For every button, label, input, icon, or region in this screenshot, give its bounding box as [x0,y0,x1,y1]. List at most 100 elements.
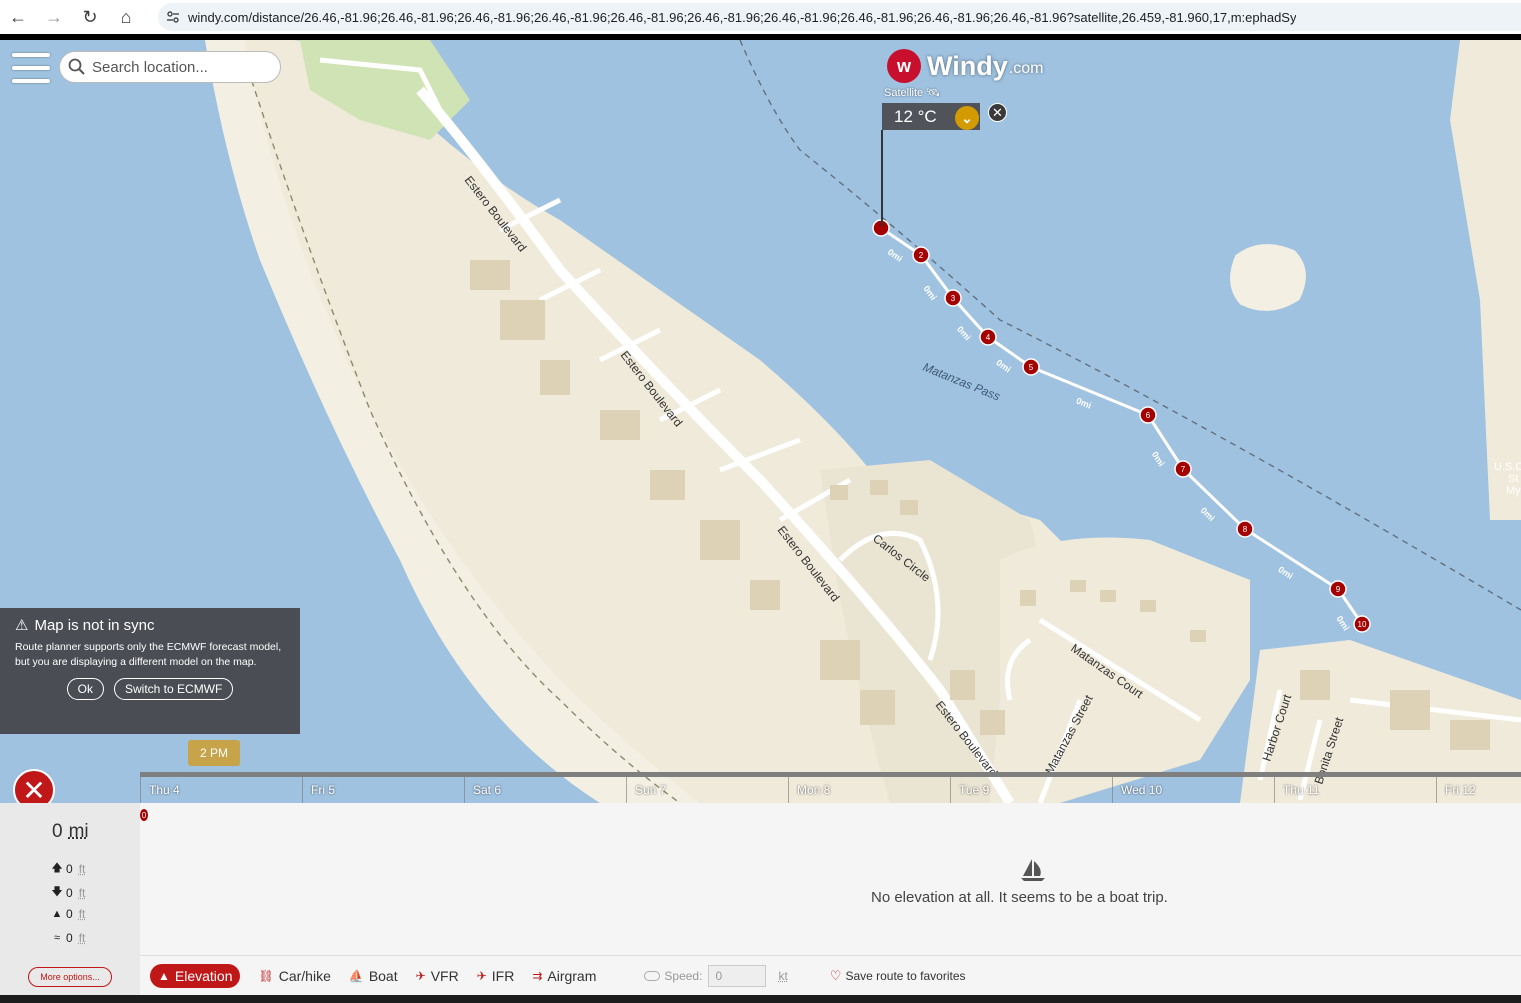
sailboat-icon [1018,857,1048,883]
app-window: ← → ↻ ⌂ windy.com/distance/26.46,-81.96;… [0,0,1521,1003]
forward-icon[interactable]: → [36,0,72,34]
tab-boat[interactable]: ⛵ Boat [349,968,398,984]
sync-title: ⚠ Map is not in sync [15,616,285,635]
map-label-matanzas-pass: Matanzas Pass [921,360,1002,404]
chart-start-marker: 0 [140,809,148,821]
speed-input[interactable] [708,964,767,987]
windy-logo[interactable]: w Windy .com [887,49,1043,83]
tab-elevation-label: Elevation [174,967,233,984]
avg-elevation-stat: ≈0 ft [50,931,85,945]
route-segment-distance: 0mi [921,284,938,302]
tab-carhike[interactable]: ⛓ Car/hike [258,968,330,984]
time-bubble[interactable]: 2 PM [188,740,240,766]
switch-ecmwf-button[interactable]: Switch to ECMWF [114,678,234,700]
url-text: windy.com/distance/26.46,-81.96;26.46,-8… [188,10,1296,25]
picker-pin-line [881,130,883,226]
more-options-button[interactable]: More options... [28,967,112,987]
route-waypoint-number: 4 [986,333,991,342]
no-elevation-message: No elevation at all. It seems to be a bo… [871,889,1168,906]
timeline-day[interactable]: Thu 11 [1274,777,1436,803]
map-label-usc: U.S.C [1494,461,1521,473]
descent-value: 0 [66,885,73,900]
tab-ifr[interactable]: ✈ IFR [477,968,515,984]
speed-label: Speed: [664,968,703,983]
layer-name: Satellite [884,87,924,99]
close-icon[interactable]: ✕ [988,103,1007,122]
speed-control: Speed: kt [644,964,788,987]
route-segment-distance: 0mi [955,324,973,342]
route-segment-distance: 0mi [886,247,904,264]
sync-buttons: Ok Switch to ECMWF [15,678,285,700]
timeline-day[interactable]: Tue 9 [950,777,1112,803]
satellite-icon: 🛰 [926,87,941,99]
temperature-value: 12 °C [894,106,937,126]
tab-vfr[interactable]: ✈ VFR [416,968,459,984]
layer-label[interactable]: Satellite 🛰 [884,86,940,99]
menu-icon[interactable] [12,53,50,83]
map-label-my: My [1506,485,1521,497]
windy-logo-icon: w [887,49,921,83]
save-favorites-button[interactable]: ♡ Save route to favorites [830,968,966,984]
route-segment-distance: 0mi [1199,505,1217,523]
distance-unit[interactable]: mi [69,821,89,842]
save-favorites-label: Save route to favorites [845,968,966,983]
route-panel: 0 mi 🡅 0 ft 🡇 0 ft ▲ 0 ft ≈0 ft More options... … [0,803,1521,995]
address-bar[interactable]: windy.com/distance/26.46,-81.96;26.46,-8… [158,3,1521,31]
route-waypoint-number: 7 [1181,465,1186,474]
warning-icon: ⚠ [15,617,29,634]
boat-icon: ⛵ [348,968,364,983]
sync-text: Route planner supports only the ECMWF fo… [15,641,282,668]
chevron-down-icon[interactable]: ⌄ [955,106,979,130]
mountain-icon: ▲ [158,968,170,983]
ok-button[interactable]: Ok [66,678,104,700]
route-waypoint-number: 8 [1243,525,1248,534]
timeline-days: Thu 4 Fri 5 Sat 6 Sun 7 Mon 8 Tue 9 Wed 10 Thu … [140,777,1521,803]
route-mode-tabs: ▲ Elevation ⛓ Car/hike ⛵ Boat ✈ VFR ✈ IFR ⇉ Ai… [140,955,1521,995]
avg-value: 0 [66,931,73,945]
tab-carhike-label: Car/hike [278,967,331,984]
search-box[interactable] [59,51,281,83]
route-waypoint-number: 6 [1146,411,1151,420]
speed-unit[interactable]: kt [778,969,787,983]
distance: 0 mi [52,821,89,843]
timeline-day[interactable]: Sun 7 [626,777,788,803]
search-icon [68,58,86,76]
back-icon[interactable]: ← [0,0,36,34]
airgram-icon: ⇉ [532,968,543,983]
max-elevation-stat: ▲ 0 ft [50,907,86,921]
timeline-day[interactable]: Fri 5 [302,777,464,803]
ascent-unit[interactable]: ft [79,862,86,876]
sync-notice: ⚠ Map is not in sync Route planner suppo… [0,608,300,734]
arrow-up-icon: 🡅 [51,862,63,874]
mountain-icon: ▲ [51,908,63,920]
reload-icon[interactable]: ↻ [72,0,108,34]
timeline-day[interactable]: Sat 6 [464,777,626,803]
taskbar [0,995,1521,1003]
tab-boat-label: Boat [368,967,398,984]
route-segment-distance: 0mi [1075,396,1093,411]
timeline-day[interactable]: Mon 8 [788,777,950,803]
home-icon[interactable]: ⌂ [108,0,144,34]
tab-airgram[interactable]: ⇉ Airgram [532,968,596,984]
route-segment-distance: 0mi [1276,564,1294,581]
tab-elevation[interactable]: ▲ Elevation [150,963,241,988]
ascent-value: 0 [66,861,73,876]
speed-toggle[interactable] [644,970,661,981]
route-segment-distance: 0mi [1150,450,1167,468]
site-settings-icon[interactable] [158,3,188,31]
sync-title-text: Map is not in sync [34,616,155,634]
search-input[interactable] [92,58,272,76]
logo-domain: .com [1008,60,1044,77]
timeline-day[interactable]: Thu 4 [140,777,302,803]
small-island [1229,243,1307,312]
max-unit[interactable]: ft [79,907,86,921]
avg-unit[interactable]: ft [79,931,86,945]
timeline-day[interactable]: Wed 10 [1112,777,1274,803]
route-waypoint-number: 10 [1358,620,1367,629]
heart-icon: ♡ [829,967,842,983]
timeline-day[interactable]: Fri 12 [1436,777,1521,803]
jet-icon: ✈ [476,968,487,983]
arrow-down-icon: 🡇 [51,886,63,898]
logo-name: Windy [927,50,1008,81]
descent-unit[interactable]: ft [79,886,86,900]
